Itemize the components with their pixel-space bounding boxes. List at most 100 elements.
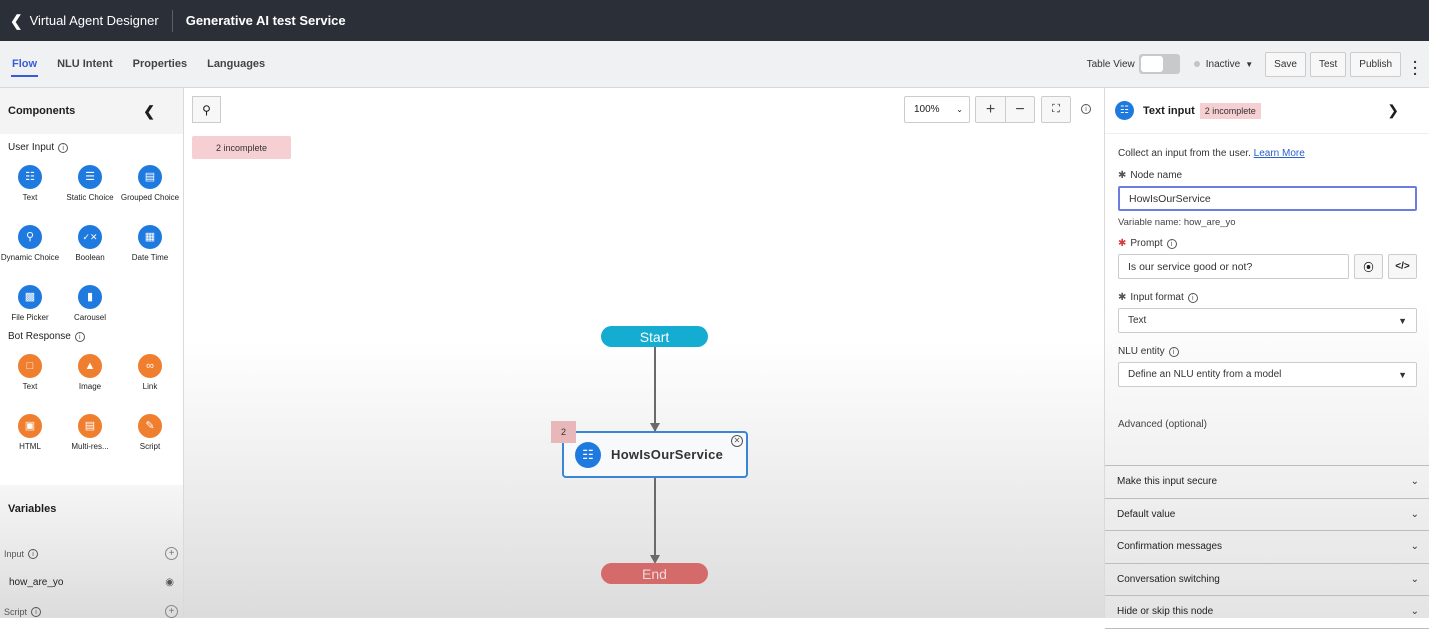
component-image[interactable]: ▲ Image — [60, 348, 120, 400]
save-button[interactable]: Save — [1265, 51, 1306, 77]
component-multi-response[interactable]: ▤ Multi-res... — [60, 408, 120, 460]
input-format-select[interactable]: Text ▼ — [1118, 308, 1417, 333]
carousel-icon: ▮ — [78, 285, 102, 309]
input-variables-label: Input — [4, 548, 25, 559]
close-icon[interactable]: ✕ — [731, 435, 743, 447]
node-incomplete-badge: 2 — [551, 421, 576, 443]
status-badge: 2 incomplete — [1199, 102, 1261, 119]
component-date-time[interactable]: ▦ Date Time — [120, 219, 180, 271]
flow-canvas[interactable]: ⚲ 2 incomplete 100% ⌄ + − ⛶ i Start ☷ Ho… — [184, 88, 1104, 618]
component-html[interactable]: ▣ HTML — [0, 408, 60, 460]
table-view-toggle[interactable] — [1138, 54, 1180, 74]
panel-header: ☷ Text input 2 incomplete ❯ — [1105, 88, 1429, 134]
info-icon[interactable]: i — [1168, 346, 1179, 357]
search-icon[interactable]: ⚲ — [192, 96, 221, 123]
status-dropdown[interactable]: Inactive ▼ — [1193, 59, 1253, 70]
tab-nlu-intent[interactable]: NLU Intent — [49, 41, 121, 87]
publish-button[interactable]: Publish — [1350, 51, 1402, 77]
end-node[interactable]: End — [601, 563, 708, 584]
properties-panel: ☷ Text input 2 incomplete ❯ Collect an i… — [1104, 88, 1429, 629]
tab-properties[interactable]: Properties — [125, 41, 195, 87]
chevron-right-icon[interactable]: ❯ — [1387, 102, 1399, 119]
component-grouped-choice[interactable]: ▤ Grouped Choice — [120, 159, 180, 211]
status-dot-icon — [1193, 61, 1200, 67]
label-text: Input format — [1130, 292, 1184, 303]
component-label: Grouped Choice — [120, 193, 180, 202]
zoom-in-icon[interactable]: + — [976, 97, 1005, 122]
nlu-entity-select[interactable]: Define an NLU entity from a model ▼ — [1118, 362, 1417, 387]
component-static-choice[interactable]: ☰ Static Choice — [60, 159, 120, 211]
section-confirmation-messages[interactable]: Confirmation messages ⌄ — [1105, 531, 1429, 564]
multi-response-icon: ▤ — [78, 414, 102, 438]
section-label: Default value — [1117, 508, 1176, 520]
zoom-out-icon[interactable]: − — [1005, 97, 1034, 122]
component-script[interactable]: ✎ Script — [120, 408, 180, 460]
panel-description: Collect an input from the user. Learn Mo… — [1118, 148, 1417, 159]
collapse-panel-icon[interactable]: ❮ — [143, 103, 155, 120]
info-icon[interactable]: i — [74, 331, 85, 342]
section-hide-or-skip[interactable]: Hide or skip this node ⌄ — [1105, 596, 1429, 629]
node-label: HowIsOurService — [611, 447, 724, 462]
script-variables-label: Script — [4, 606, 28, 617]
component-carousel[interactable]: ▮ Carousel — [60, 279, 120, 331]
advanced-sections: Make this input secure ⌄ Default value ⌄ C… — [1105, 465, 1429, 629]
fit-screen-icon[interactable]: ⛶ — [1041, 96, 1071, 123]
eye-icon[interactable]: ◉ — [165, 577, 174, 588]
variables-section: Variables Input i + how_are_yo ◉ Script … — [0, 485, 183, 618]
zoom-select[interactable]: 100% ⌄ — [904, 96, 970, 123]
section-make-input-secure[interactable]: Make this input secure ⌄ — [1105, 466, 1429, 499]
component-file-picker[interactable]: ▩ File Picker — [0, 279, 60, 331]
info-icon[interactable]: i — [28, 548, 39, 559]
select-value: Text — [1128, 315, 1147, 326]
add-script-variable-icon[interactable]: + — [165, 605, 178, 618]
info-icon[interactable]: i — [58, 142, 69, 153]
section-default-value[interactable]: Default value ⌄ — [1105, 499, 1429, 531]
info-icon[interactable]: i — [1166, 238, 1177, 249]
ai-generate-icon[interactable]: ⦿ — [1354, 254, 1383, 279]
info-icon[interactable]: i — [31, 606, 42, 617]
html-icon: ▣ — [18, 414, 42, 438]
component-label: Link — [142, 382, 158, 391]
component-label: Boolean — [75, 253, 105, 262]
test-button[interactable]: Test — [1309, 51, 1347, 77]
component-label: Image — [78, 382, 102, 391]
add-input-variable-icon[interactable]: + — [165, 547, 178, 560]
component-dynamic-choice[interactable]: ⚲ Dynamic Choice — [0, 219, 60, 271]
tab-flow[interactable]: Flow — [4, 41, 45, 87]
text-input-icon: ☷ — [1115, 101, 1134, 120]
start-node[interactable]: Start — [601, 326, 708, 347]
learn-more-link[interactable]: Learn More — [1254, 148, 1305, 159]
more-options-icon[interactable]: ... — [1413, 51, 1417, 77]
caret-down-icon: ▼ — [1398, 315, 1407, 326]
component-label: Multi-res... — [71, 442, 109, 451]
component-boolean[interactable]: ✓✕ Boolean — [60, 219, 120, 271]
component-bot-text[interactable]: □ Text — [0, 348, 60, 400]
variable-name: how_are_yo — [9, 577, 64, 588]
chevron-down-icon: ⌄ — [1410, 476, 1419, 488]
component-link[interactable]: ∞ Link — [120, 348, 180, 400]
connector-line — [654, 347, 656, 431]
node-name-input[interactable]: HowIsOurService — [1118, 186, 1417, 211]
components-title: Components — [8, 105, 76, 117]
component-text[interactable]: ☷ Text — [0, 159, 60, 211]
info-icon[interactable]: i — [1187, 292, 1198, 303]
back-button[interactable]: ❮ Virtual Agent Designer — [0, 12, 159, 30]
flow-node[interactable]: ☷ HowIsOurService ✕ — [562, 431, 748, 478]
bot-response-grid: □ Text ▲ Image ∞ Link ▣ HTML ▤ Multi-res... ✎… — [0, 348, 183, 460]
incomplete-badge[interactable]: 2 incomplete — [192, 136, 291, 159]
tab-languages[interactable]: Languages — [199, 41, 273, 87]
component-label: HTML — [19, 442, 41, 451]
code-icon[interactable]: </> — [1388, 254, 1417, 279]
required-icon: ✱ — [1118, 238, 1127, 249]
script-variables-row: Script i + — [0, 597, 183, 626]
prompt-input[interactable]: Is our service good or not? — [1118, 254, 1349, 279]
section-conversation-switching[interactable]: Conversation switching ⌄ — [1105, 564, 1429, 596]
variable-item[interactable]: how_are_yo ◉ — [0, 568, 183, 597]
info-icon[interactable]: i — [1081, 104, 1091, 114]
nlu-entity-label: NLU entity i — [1118, 346, 1417, 357]
required-icon: ✱ — [1118, 170, 1127, 181]
text-input-icon: ☷ — [575, 441, 601, 468]
advanced-label: Advanced (optional) — [1118, 419, 1207, 430]
section-label: Conversation switching — [1117, 573, 1220, 585]
divider — [171, 9, 173, 32]
